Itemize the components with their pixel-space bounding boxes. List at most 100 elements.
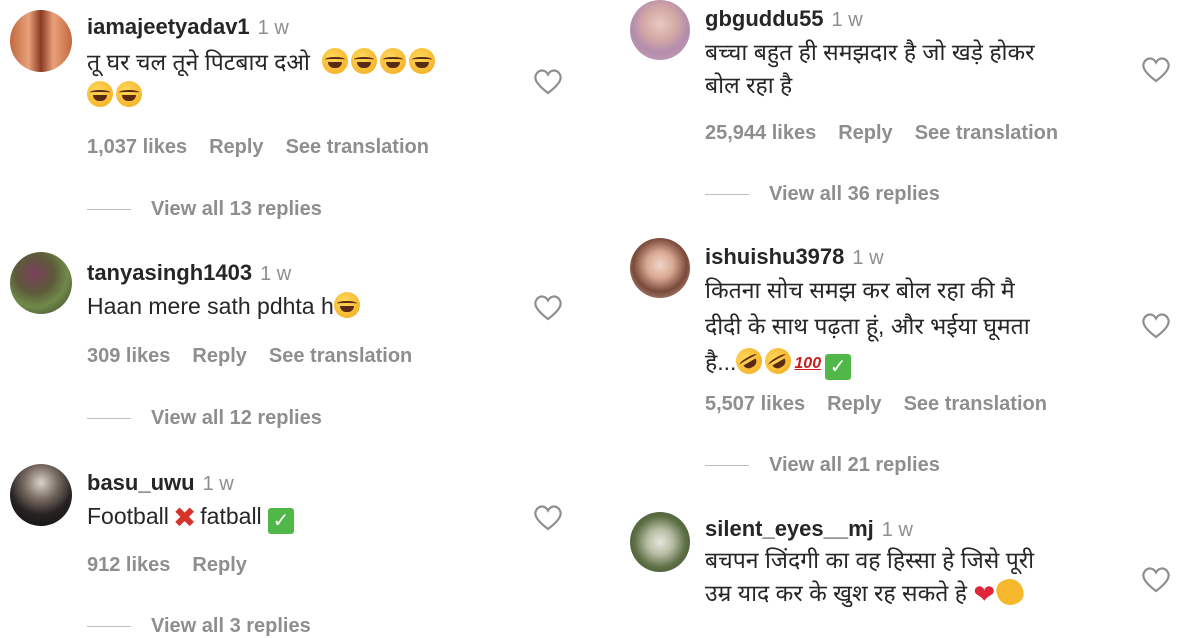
comment-item: iamajeetyadav1 1 w तू घर चल तूने पिटबाय द…: [0, 0, 600, 240]
comment-meta: 309 likes Reply See translation: [87, 345, 434, 368]
clapping-hands-icon: [993, 575, 1027, 609]
view-replies-button[interactable]: View all 36 replies: [705, 183, 940, 206]
view-replies-label[interactable]: View all 21 replies: [769, 454, 940, 476]
see-translation-button[interactable]: See translation: [286, 136, 429, 158]
reply-button[interactable]: Reply: [209, 136, 263, 158]
face-with-tears-of-joy-icon: [380, 48, 407, 74]
divider: [87, 626, 131, 628]
divider: [87, 209, 131, 211]
view-replies-button[interactable]: View all 13 replies: [87, 198, 322, 221]
cross-mark-icon: ✖: [172, 502, 197, 533]
comment-text: Haan mere sath pdhta h: [87, 290, 363, 323]
see-translation-button[interactable]: See translation: [269, 345, 412, 367]
comment-line: कितना सोच समझ कर बोल रहा की मै: [705, 277, 1015, 303]
comment-line: तू घर चल तूने पिटबाय दओ: [87, 49, 310, 75]
avatar[interactable]: [10, 10, 72, 72]
comment-line: उम्र याद कर के खुश रह सकते हे: [705, 580, 967, 606]
comment-text: बच्चा बहुत ही समझदार है जो खड़े होकर बोल…: [705, 36, 1035, 102]
comment-line: बोल रहा है: [705, 72, 793, 98]
avatar[interactable]: [630, 238, 690, 298]
heart-outline-icon[interactable]: [532, 66, 564, 96]
comment-meta: 1,037 likes Reply See translation: [87, 136, 451, 159]
reply-button[interactable]: Reply: [192, 554, 246, 576]
comment-item: ishuishu3978 1 w कितना सोच समझ कर बोल रहा…: [620, 238, 1200, 498]
divider: [705, 194, 749, 196]
avatar[interactable]: [10, 464, 72, 526]
view-replies-label[interactable]: View all 36 replies: [769, 183, 940, 205]
comment-line: दीदी के साथ पढ़ता हूं, और भईया घूमता: [705, 313, 1030, 339]
divider: [705, 465, 749, 467]
username-text[interactable]: silent_eyes__mj: [705, 516, 874, 541]
comment-text: Football ✖ fatball ✓: [87, 500, 295, 534]
comment-line: Haan mere sath pdhta h: [87, 293, 334, 319]
comment-item: basu_uwu 1 w Football ✖ fatball ✓ 912 likes…: [0, 460, 600, 637]
view-replies-button[interactable]: View all 21 replies: [705, 454, 940, 477]
face-with-tears-of-joy-icon: [333, 292, 360, 318]
comment-line: बच्चा बहुत ही समझदार है जो खड़े होकर: [705, 39, 1035, 65]
comment-line: बचपन जिंदगी का वह हिस्सा हे जिसे पूरी: [705, 547, 1035, 573]
avatar[interactable]: [630, 0, 690, 60]
comment-time: 1 w: [260, 263, 292, 285]
likes-count[interactable]: 25,944 likes: [705, 122, 816, 144]
heart-outline-icon[interactable]: [532, 292, 564, 322]
likes-count[interactable]: 5,507 likes: [705, 393, 805, 415]
rolling-on-floor-laughing-icon: [760, 343, 797, 379]
likes-count[interactable]: 912 likes: [87, 554, 170, 576]
comment-time: 1 w: [852, 247, 884, 269]
face-with-tears-of-joy-icon: [87, 81, 113, 107]
likes-count[interactable]: 1,037 likes: [87, 136, 187, 158]
view-replies-label[interactable]: View all 3 replies: [151, 615, 311, 637]
red-heart-icon: ❤: [973, 579, 996, 609]
face-with-tears-of-joy-icon: [409, 48, 436, 74]
comment-line: है...: [705, 349, 737, 375]
divider: [87, 418, 131, 420]
comment-line: fatball: [200, 503, 262, 529]
comment-time: 1 w: [881, 519, 913, 541]
comment-item: gbguddu55 1 w बच्चा बहुत ही समझदार है जो …: [620, 0, 1200, 225]
heart-outline-icon[interactable]: [1140, 564, 1172, 594]
comment-username[interactable]: silent_eyes__mj 1 w: [705, 516, 913, 542]
view-replies-button[interactable]: View all 12 replies: [87, 407, 322, 430]
comment-item: silent_eyes__mj 1 w बचपन जिंदगी का वह हिस…: [620, 508, 1200, 628]
face-with-tears-of-joy-icon: [116, 81, 142, 107]
comment-text: कितना सोच समझ कर बोल रहा की मै दीदी के स…: [705, 272, 1030, 382]
username-text[interactable]: gbguddu55: [705, 6, 824, 31]
comment-username[interactable]: basu_uwu 1 w: [87, 470, 234, 496]
view-replies-button[interactable]: View all 3 replies: [87, 615, 311, 638]
comment-username[interactable]: ishuishu3978 1 w: [705, 244, 884, 270]
rolling-on-floor-laughing-icon: [731, 343, 768, 379]
comment-item: tanyasingh1403 1 w Haan mere sath pdhta h…: [0, 250, 600, 450]
comment-text: तू घर चल तूने पिटबाय दओ: [87, 46, 438, 112]
heart-outline-icon[interactable]: [1140, 310, 1172, 340]
comment-time: 1 w: [257, 17, 289, 39]
avatar[interactable]: [630, 512, 690, 572]
comment-time: 1 w: [202, 473, 234, 495]
face-with-tears-of-joy-icon: [322, 48, 349, 74]
comment-username[interactable]: gbguddu55 1 w: [705, 6, 863, 32]
username-text[interactable]: tanyasingh1403: [87, 260, 252, 285]
reply-button[interactable]: Reply: [192, 345, 246, 367]
heart-outline-icon[interactable]: [1140, 54, 1172, 84]
check-mark-icon: ✓: [268, 508, 295, 534]
view-replies-label[interactable]: View all 12 replies: [151, 407, 322, 429]
reply-button[interactable]: Reply: [838, 122, 892, 144]
view-replies-label[interactable]: View all 13 replies: [151, 198, 322, 220]
heart-outline-icon[interactable]: [532, 502, 564, 532]
likes-count[interactable]: 309 likes: [87, 345, 170, 367]
see-translation-button[interactable]: See translation: [915, 122, 1058, 144]
face-with-tears-of-joy-icon: [351, 48, 378, 74]
username-text[interactable]: iamajeetyadav1: [87, 14, 250, 39]
comment-text: बचपन जिंदगी का वह हिस्सा हे जिसे पूरी उम…: [705, 544, 1034, 611]
comment-username[interactable]: iamajeetyadav1 1 w: [87, 14, 289, 40]
username-text[interactable]: ishuishu3978: [705, 244, 844, 269]
comment-username[interactable]: tanyasingh1403 1 w: [87, 260, 291, 286]
username-text[interactable]: basu_uwu: [87, 470, 195, 495]
check-mark-icon: ✓: [825, 354, 852, 380]
hundred-points-icon: 100: [794, 355, 822, 372]
avatar[interactable]: [10, 252, 72, 314]
comment-time: 1 w: [831, 9, 863, 31]
see-translation-button[interactable]: See translation: [904, 393, 1047, 415]
comment-meta: 25,944 likes Reply See translation: [705, 122, 1080, 145]
reply-button[interactable]: Reply: [827, 393, 881, 415]
comment-meta: 5,507 likes Reply See translation: [705, 393, 1069, 416]
